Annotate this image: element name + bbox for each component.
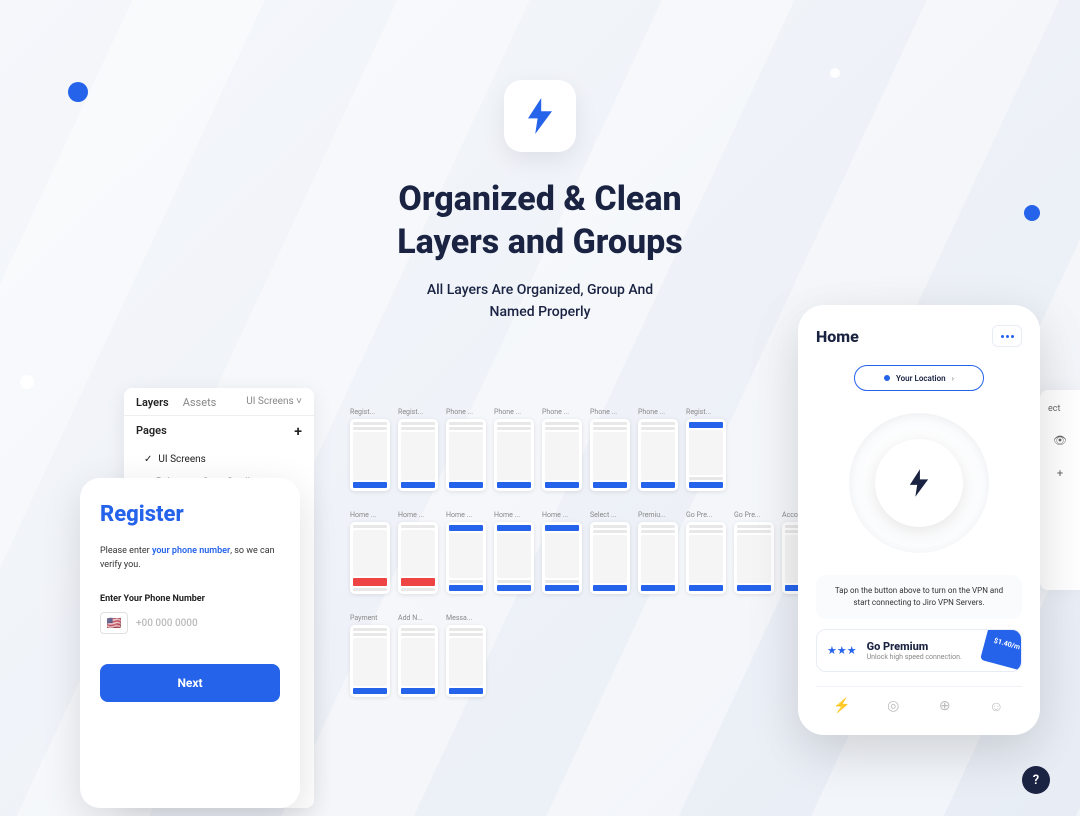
design-right-panel: ect 👁 +	[1040, 390, 1080, 590]
artboard-thumb[interactable]: Payment	[350, 614, 390, 697]
tip-text: Tap on the button above to turn on the V…	[816, 575, 1022, 619]
headline: Organized & CleanLayers and Groups All L…	[397, 178, 682, 324]
bottom-nav: ⚡ ◎ ⊕ ☺	[816, 686, 1022, 715]
panel-dropdown[interactable]: UI Screens ˅	[246, 396, 302, 409]
phone-placeholder: +00 000 0000	[136, 618, 198, 629]
next-button[interactable]: Next	[100, 664, 280, 702]
decorative-dot	[1024, 205, 1040, 221]
lightning-bolt-icon	[908, 469, 930, 497]
nav-bolt-icon[interactable]: ⚡	[833, 697, 851, 715]
home-title: Home	[816, 327, 859, 346]
artboard-thumbnails: Regist...Regist...Phone ...Phone ...Phon…	[350, 408, 870, 717]
page-item-ui-screens[interactable]: ✓UI Screens	[124, 448, 314, 471]
plus-icon[interactable]: +	[1048, 467, 1072, 480]
decorative-dot	[830, 68, 840, 78]
artboard-thumb[interactable]: Go Pre...	[734, 511, 774, 594]
artboard-thumb[interactable]: Home ...	[350, 511, 390, 594]
add-page-icon[interactable]: +	[294, 424, 302, 440]
location-chip[interactable]: Your Location ›	[854, 365, 984, 391]
decorative-dot	[68, 82, 88, 102]
go-premium-card[interactable]: ★★★ Go Premium Unlock high speed connect…	[816, 629, 1022, 672]
location-dot-icon	[884, 375, 890, 381]
nav-settings-icon[interactable]: ⊕	[936, 697, 954, 715]
stars-icon: ★★★	[827, 644, 857, 657]
artboard-thumb[interactable]: Home ...	[398, 511, 438, 594]
register-screen: Register Please enter your phone number,…	[80, 478, 300, 808]
artboard-thumb[interactable]: Home ...	[446, 511, 486, 594]
decorative-dot	[20, 375, 34, 389]
country-flag-selector[interactable]: 🇺🇸	[100, 612, 128, 634]
lightning-bolt-icon	[525, 98, 555, 134]
register-helper-text: Please enter your phone number, so we ca…	[100, 545, 280, 572]
power-button-ring	[849, 413, 989, 553]
artboard-thumb[interactable]: Select ...	[590, 511, 630, 594]
power-button[interactable]	[875, 439, 963, 527]
phone-field-label: Enter Your Phone Number	[100, 594, 280, 604]
artboard-thumb[interactable]: Phone ...	[638, 408, 678, 491]
nav-location-icon[interactable]: ◎	[884, 697, 902, 715]
help-button[interactable]: ?	[1022, 766, 1050, 794]
tab-layers[interactable]: Layers	[136, 396, 169, 409]
artboard-thumb[interactable]: Messa...	[446, 614, 486, 697]
artboard-thumb[interactable]: Home ...	[542, 511, 582, 594]
artboard-thumb[interactable]: Phone ...	[542, 408, 582, 491]
eye-icon[interactable]: 👁	[1048, 434, 1072, 447]
artboard-thumb[interactable]: Regist...	[686, 408, 726, 491]
price-badge: $1.40/m	[980, 629, 1022, 671]
chevron-right-icon: ›	[952, 374, 954, 383]
artboard-thumb[interactable]: Phone ...	[590, 408, 630, 491]
artboard-thumb[interactable]: Regist...	[350, 408, 390, 491]
artboard-thumb[interactable]: Home ...	[494, 511, 534, 594]
artboard-thumb[interactable]: Regist...	[398, 408, 438, 491]
logo-box	[504, 80, 576, 152]
nav-profile-icon[interactable]: ☺	[987, 697, 1005, 715]
pages-header: Pages +	[124, 416, 314, 448]
tab-assets[interactable]: Assets	[183, 396, 217, 409]
artboard-thumb[interactable]: Premiu...	[638, 511, 678, 594]
register-title: Register	[100, 502, 280, 527]
artboard-thumb[interactable]: Go Pre...	[686, 511, 726, 594]
home-screen: Home Your Location › Tap on the button a…	[798, 305, 1040, 735]
check-icon: ✓	[144, 454, 152, 465]
headline-subtext: All Layers Are Organized, Group AndNamed…	[397, 279, 682, 324]
more-menu-button[interactable]	[992, 325, 1022, 347]
artboard-thumb[interactable]: Phone ...	[494, 408, 534, 491]
pages-label: Pages	[136, 424, 167, 440]
panel-label: ect	[1048, 404, 1072, 414]
artboard-thumb[interactable]: Add N...	[398, 614, 438, 697]
artboard-thumb[interactable]: Phone ...	[446, 408, 486, 491]
headline-title: Organized & CleanLayers and Groups	[397, 178, 682, 263]
phone-input-row[interactable]: 🇺🇸 +00 000 0000	[100, 612, 280, 634]
